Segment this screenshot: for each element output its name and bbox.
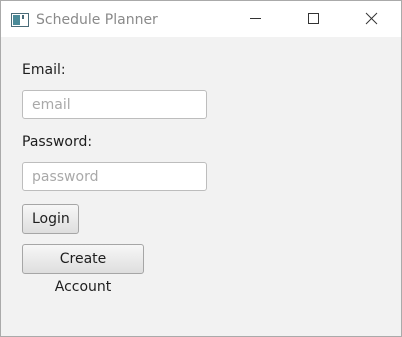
password-label: Password: [22, 134, 93, 150]
close-button[interactable] [348, 1, 394, 37]
title-bar[interactable]: Schedule Planner [1, 1, 401, 37]
login-button[interactable]: Login [22, 204, 79, 234]
maximize-button[interactable] [290, 1, 336, 37]
close-icon [365, 12, 378, 25]
create-account-button[interactable]: Create Account [22, 244, 144, 295]
email-label: Email: [22, 62, 66, 78]
window-title: Schedule Planner [36, 12, 158, 28]
maximize-icon [308, 13, 319, 24]
password-field[interactable] [22, 162, 207, 191]
email-field[interactable] [22, 90, 207, 119]
login-form: Email: Password: Login Create Account [1, 37, 401, 336]
minimize-button[interactable] [232, 1, 278, 37]
app-icon [11, 12, 29, 27]
app-window: Schedule Planner Email: Password: Login … [0, 0, 402, 337]
minimize-icon [250, 18, 261, 19]
